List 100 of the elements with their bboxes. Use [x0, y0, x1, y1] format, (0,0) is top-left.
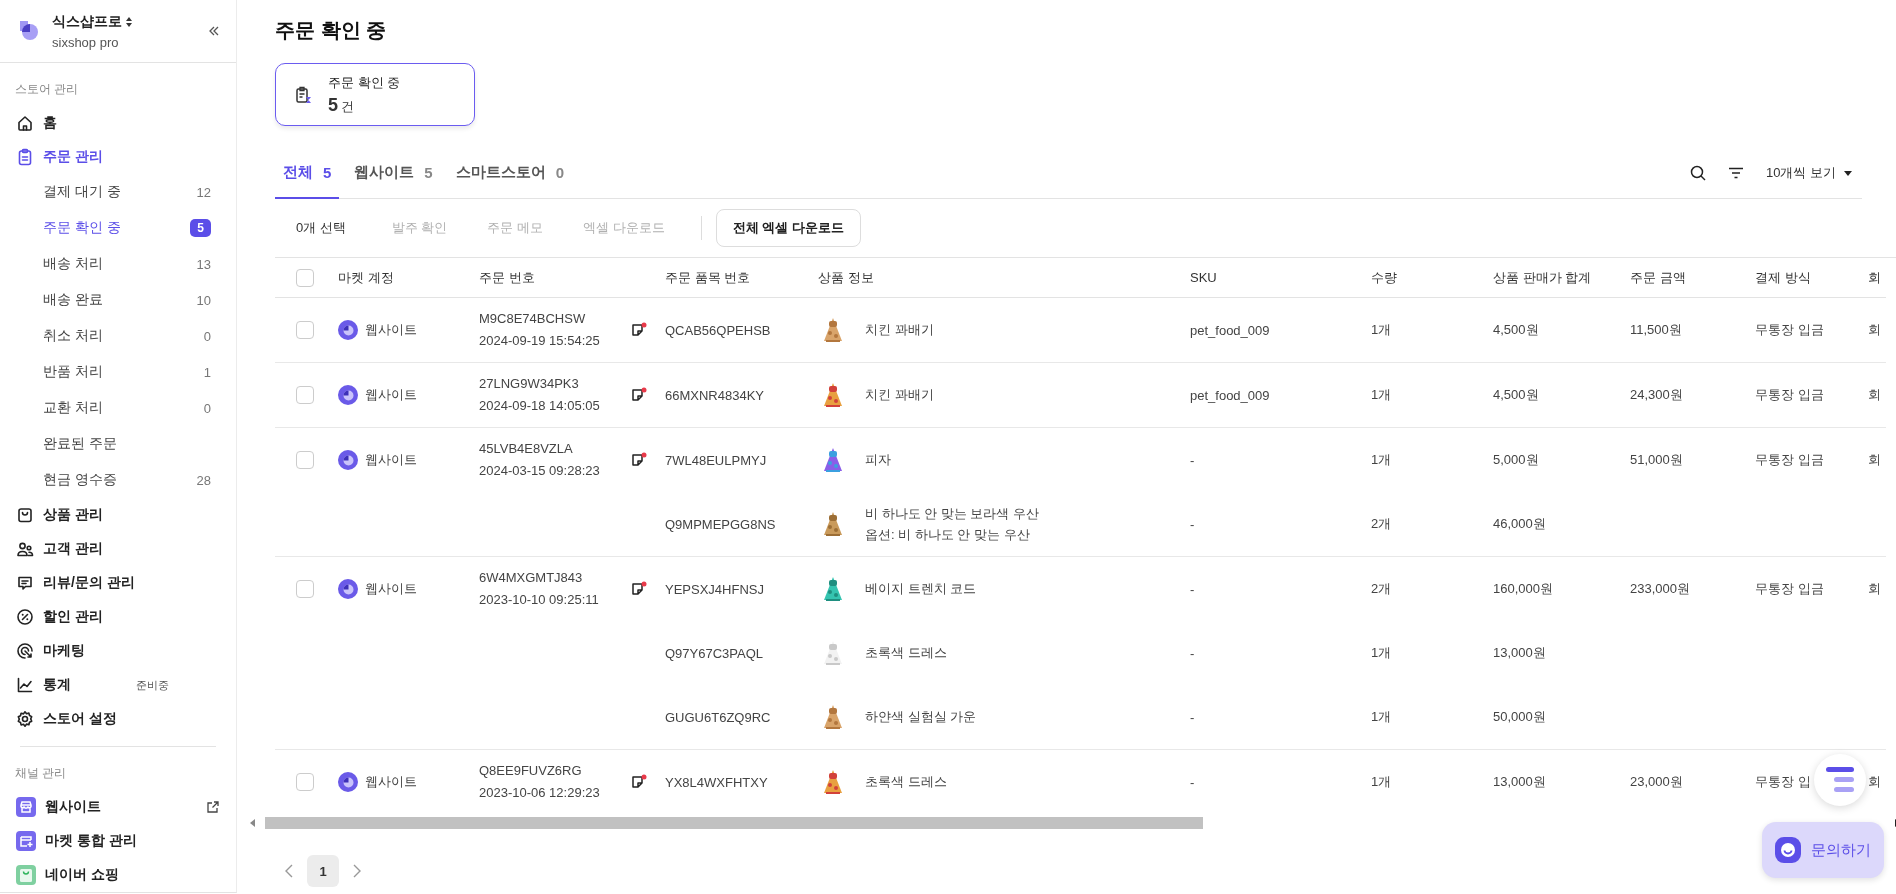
market-logo-icon	[338, 385, 358, 405]
item-number: Q9MPMEPGG8NS	[665, 516, 776, 532]
item-number: YEPSXJ4HFNSJ	[665, 581, 764, 597]
next-page-icon[interactable]	[353, 864, 361, 878]
product-name: 하얀색 실험실 가운	[865, 709, 977, 725]
count-label: 12	[196, 184, 211, 200]
sidebar-item[interactable]: 고객 관리	[0, 532, 236, 566]
home-icon	[16, 114, 34, 132]
filter-icon[interactable]	[1727, 167, 1744, 179]
column-header: 회	[1856, 258, 1886, 298]
sidebar-subitem[interactable]: 교환 처리 0	[0, 390, 236, 426]
sidebar-subitem[interactable]: 배송 완료 10	[0, 282, 236, 318]
order-amount: 233,000원	[1630, 581, 1690, 596]
sku-cell: pet_food_009	[1190, 322, 1270, 338]
sidebar-subitem[interactable]: 현금 영수증 28	[0, 462, 236, 498]
column-header: 결제 방식	[1743, 258, 1856, 298]
menu-button[interactable]	[1814, 754, 1866, 806]
sidebar-item[interactable]: 할인 관리	[0, 600, 236, 634]
sidebar-subitem[interactable]: 완료된 주문	[0, 426, 236, 462]
scroll-left-icon	[250, 819, 255, 827]
subtotal-cell: 13,000원	[1493, 774, 1546, 789]
memo-icon[interactable]	[630, 580, 648, 598]
collapse-icon[interactable]	[208, 25, 220, 37]
memo-icon[interactable]	[630, 321, 648, 339]
menu-icon	[1826, 767, 1854, 793]
checkbox[interactable]	[296, 268, 314, 287]
sidebar-item[interactable]: 마케팅	[0, 634, 236, 668]
sidebar-item[interactable]: 통계 준비중	[0, 668, 236, 702]
checkbox[interactable]	[296, 580, 314, 598]
column-header: 주문 번호	[467, 258, 618, 298]
clipboard-icon	[294, 85, 312, 104]
order-amount: 23,000원	[1630, 774, 1683, 789]
sidebar-item[interactable]: 스토어 설정	[0, 702, 236, 736]
sidebar-subitem[interactable]: 결제 대기 중 12	[0, 174, 236, 210]
external-link-icon[interactable]	[206, 800, 220, 814]
product-name: 비 하나도 안 맞는 보라색 우산	[865, 505, 1040, 522]
sidebar-subitem[interactable]: 주문 확인 중 5	[0, 210, 236, 246]
sidebar-item[interactable]: 네이버 쇼핑	[0, 858, 236, 892]
memo-icon[interactable]	[630, 451, 648, 469]
target-icon	[16, 642, 34, 660]
chat-button[interactable]: 문의하기	[1762, 822, 1884, 878]
order-date: 2023-10-06 12:29:23	[479, 785, 601, 801]
storefront-icon	[16, 797, 36, 817]
settings-icon	[16, 710, 34, 728]
caret-icon	[1844, 170, 1852, 176]
product-name: 치킨 꽈배기	[865, 322, 934, 338]
tab[interactable]: 전체 5	[275, 148, 340, 199]
tab[interactable]: 스마트스토어 0	[447, 148, 573, 199]
percent-icon	[16, 608, 34, 626]
payment-method: 무통장 입금	[1755, 322, 1824, 337]
checkbox[interactable]	[296, 321, 314, 339]
sidebar-item[interactable]: 웹사이트	[0, 790, 236, 824]
sidebar-subitem[interactable]: 취소 처리 0	[0, 318, 236, 354]
scrollbar-thumb[interactable]	[265, 817, 1203, 829]
table-cell: 회	[1868, 452, 1881, 467]
market-logo-icon	[338, 772, 358, 792]
order-number: 6W4MXGMTJ843	[479, 570, 584, 586]
sidebar-item[interactable]: 리뷰/문의 관리	[0, 566, 236, 600]
checkbox[interactable]	[296, 773, 314, 791]
item-number: YX8L4WXFHTXY	[665, 774, 768, 790]
sidebar-item[interactable]: 마켓 통합 관리	[0, 824, 236, 858]
speech-bubble-icon	[16, 574, 34, 592]
count-label: 10	[196, 292, 211, 308]
table-cell: 회	[1868, 322, 1881, 337]
previous-page-icon[interactable]	[285, 864, 293, 878]
checkbox[interactable]	[296, 451, 314, 469]
sku-cell: -	[1190, 645, 1195, 661]
sidebar-subitem[interactable]: 배송 처리 13	[0, 246, 236, 282]
page-size-select[interactable]: 10개씩 보기	[1765, 164, 1852, 182]
store-name[interactable]: 식스샵프로	[52, 12, 122, 31]
memo-icon[interactable]	[630, 386, 648, 404]
subtotal-cell: 13,000원	[1493, 645, 1546, 660]
market-name: 웹사이트	[365, 580, 417, 598]
memo-icon[interactable]	[630, 773, 648, 791]
subtotal-cell: 160,000원	[1493, 581, 1553, 596]
sidebar-item[interactable]: 홈	[0, 106, 236, 140]
sku-cell: -	[1190, 709, 1195, 725]
quantity-cell: 1개	[1371, 452, 1392, 467]
search-icon[interactable]	[1689, 165, 1706, 181]
sidebar-item[interactable]: 상품 관리	[0, 498, 236, 532]
quantity-cell: 1개	[1371, 322, 1392, 337]
column-header: 수량	[1359, 258, 1481, 298]
page-title: 주문 확인 중	[275, 18, 388, 43]
order-number: Q8EE9FUVZ6RG	[479, 763, 583, 779]
column-header: 상품 판매가 합계	[1481, 258, 1618, 298]
scrollbar[interactable]	[250, 817, 1896, 829]
download-all-button[interactable]: 전체 엑셀 다운로드	[715, 209, 862, 247]
sidebar-subitem[interactable]: 반품 처리 1	[0, 354, 236, 390]
sku-cell: -	[1190, 516, 1195, 532]
storefront-plus-icon	[16, 831, 36, 851]
payment-method: 무통장 입금	[1755, 452, 1824, 467]
order-number: 27LNG9W34PK3	[479, 376, 580, 392]
count-badge: 5	[190, 219, 211, 237]
order-number: 45LVB4E8VZLA	[479, 441, 574, 457]
page-number[interactable]: 1	[307, 855, 339, 887]
market-name: 웹사이트	[365, 386, 417, 404]
sidebar-item[interactable]: 주문 관리	[0, 140, 236, 174]
table-cell: 회	[1868, 387, 1881, 402]
tab[interactable]: 웹사이트 5	[346, 148, 441, 199]
checkbox[interactable]	[296, 386, 314, 404]
